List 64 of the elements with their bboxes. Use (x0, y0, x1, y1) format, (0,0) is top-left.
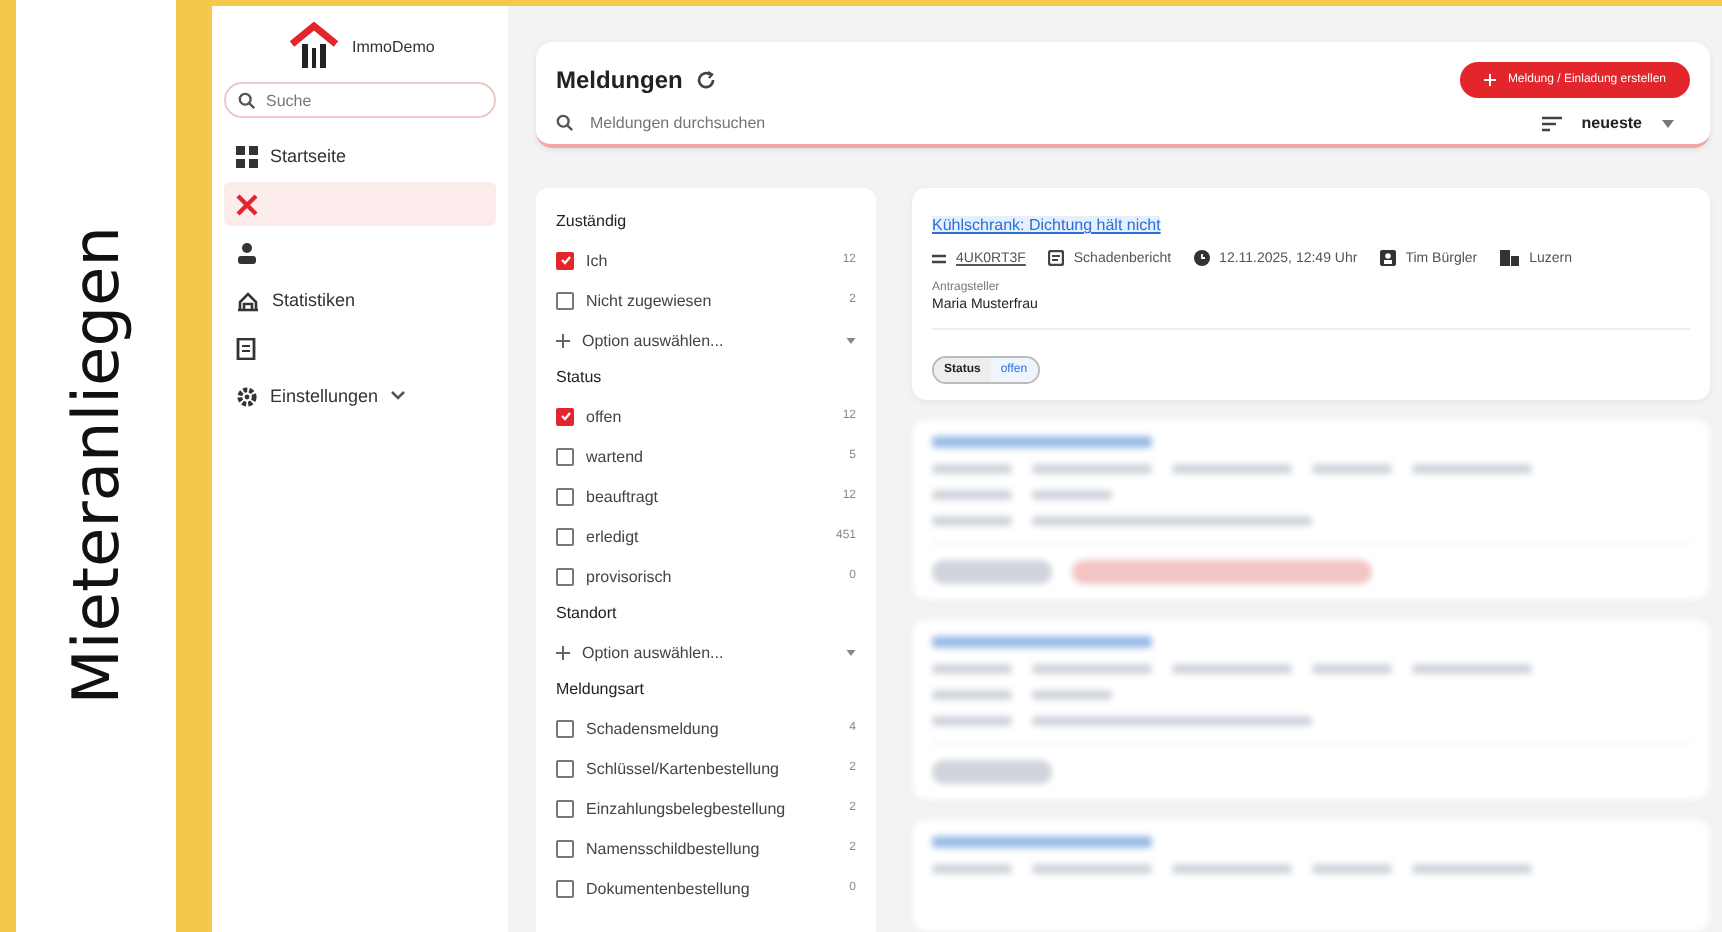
plus-icon (556, 333, 570, 347)
filter-option[interactable]: Ich (586, 251, 831, 269)
caret-icon (846, 337, 856, 343)
sort-icon (1541, 115, 1562, 131)
house-logo-icon (288, 22, 340, 70)
report-title-link[interactable]: Kühlschrank: Dichtung hält nicht (932, 216, 1161, 234)
filter-option[interactable]: wartend (586, 447, 838, 465)
search-icon (556, 114, 574, 132)
filter-option[interactable]: Dokumentenbestellung (586, 879, 838, 897)
filter-option[interactable]: beauftragt (586, 487, 831, 505)
filter-option[interactable]: Nicht zugewiesen (586, 291, 838, 309)
building-icon (236, 289, 260, 311)
checkbox[interactable] (556, 407, 574, 425)
person-icon (236, 241, 258, 263)
checkbox[interactable] (556, 879, 574, 897)
search-input[interactable]: Meldungen durchsuchen (590, 114, 1090, 132)
option-select[interactable]: Option auswählen... (556, 320, 856, 360)
checkbox[interactable] (556, 759, 574, 777)
side-label: Mieteranliegen (58, 226, 134, 706)
plus-icon (1483, 74, 1496, 86)
search-field[interactable]: Suche (224, 82, 496, 118)
person-icon (1379, 250, 1396, 266)
search-field[interactable]: Meldungen durchsuchen (556, 114, 1542, 132)
hash-icon (932, 251, 946, 265)
brand-name: ImmoDemo (352, 37, 435, 55)
refresh-icon[interactable] (696, 70, 717, 90)
nav-item[interactable]: Statistiken (224, 278, 496, 322)
search-input[interactable]: Suche (266, 91, 466, 109)
checkbox[interactable] (556, 567, 574, 585)
caret-icon (1662, 119, 1674, 127)
checkbox[interactable] (556, 251, 574, 269)
filter-option[interactable]: erledigt (586, 527, 824, 545)
nav-item[interactable]: Startseite (224, 134, 496, 178)
checkbox[interactable] (556, 447, 574, 465)
filter-group-title: Zuständig (556, 212, 629, 230)
settings-icon (236, 385, 258, 407)
filter-option[interactable]: provisorisch (586, 567, 838, 585)
clock-icon (1193, 250, 1210, 266)
checkbox[interactable] (556, 291, 574, 309)
checkbox[interactable] (556, 839, 574, 857)
filter-option[interactable]: Schadensmeldung (586, 719, 838, 737)
filter-option[interactable]: Einzahlungsbelegbestellung (586, 799, 838, 817)
filter-option[interactable]: offen (586, 407, 831, 425)
sort-dropdown[interactable]: neueste (1541, 114, 1690, 132)
filter-option[interactable]: Namensschildbestellung (586, 839, 838, 857)
checkbox[interactable] (556, 719, 574, 737)
checkbox[interactable] (556, 799, 574, 817)
nav-item[interactable]: Einstellungen (224, 374, 496, 418)
filter-group-title: Status (556, 368, 604, 386)
document-icon (236, 337, 256, 359)
caret-icon (846, 649, 856, 655)
building-icon (1499, 250, 1520, 266)
search-icon (238, 91, 256, 109)
checkbox[interactable] (556, 487, 574, 505)
checkbox[interactable] (556, 527, 574, 545)
option-select[interactable]: Option auswählen... (556, 632, 856, 672)
filter-option[interactable]: Schlüssel/Kartenbestellung (586, 759, 838, 777)
report-icon (1047, 250, 1064, 266)
plus-icon (556, 645, 570, 659)
filter-group-title: Meldungsart (556, 680, 647, 698)
page-title: Meldungen (556, 66, 683, 94)
grid-icon (236, 145, 258, 167)
chevron-down-icon (390, 390, 407, 402)
filter-group-title: Standort (556, 604, 619, 622)
